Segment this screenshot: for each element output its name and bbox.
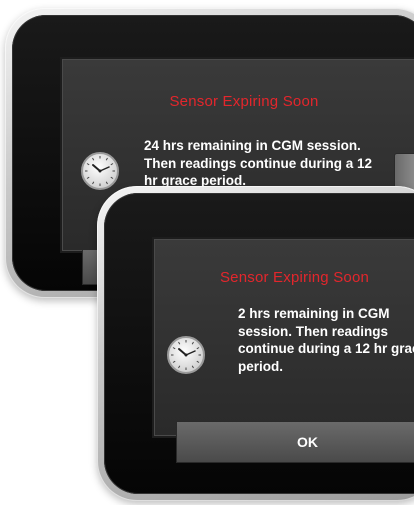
device-bezel: Sensor Expiring Soon: [104, 193, 414, 494]
clock-icon: [167, 336, 205, 374]
alert-title: Sensor Expiring Soon: [169, 93, 319, 110]
pump-device-front: Sensor Expiring Soon 2 hrs remaining in …: [97, 186, 414, 501]
clock-icon: [81, 152, 119, 190]
alert-title: Sensor Expiring Soon: [219, 269, 370, 286]
device-screen: Sensor Expiring Soon: [152, 237, 414, 463]
stage: Sensor Expiring Soon 24 hrs remaining in…: [0, 0, 414, 505]
ok-button[interactable]: OK: [176, 421, 414, 463]
alert-message: 2 hrs remaining in CGM session. Then rea…: [238, 306, 414, 374]
